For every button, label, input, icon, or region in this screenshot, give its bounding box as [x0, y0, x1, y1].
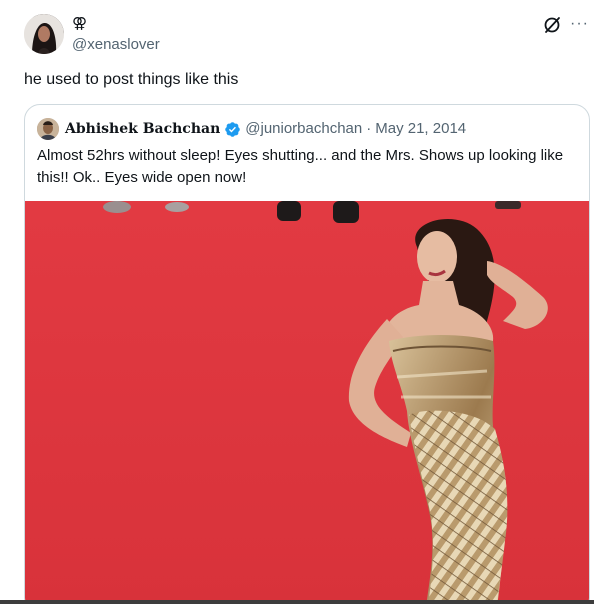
- red-carpet-photo-icon: [25, 201, 589, 604]
- author-display-name[interactable]: ⚢: [72, 14, 87, 32]
- bottom-edge-bar: [0, 600, 594, 604]
- author-avatar[interactable]: [24, 14, 64, 54]
- quoted-avatar-photo-icon: [37, 118, 59, 140]
- quoted-separator: ·: [366, 120, 372, 137]
- author-handle[interactable]: @xenaslover: [72, 36, 160, 54]
- verified-badge-icon: [224, 121, 241, 138]
- grok-icon[interactable]: [543, 16, 561, 34]
- avatar-photo-icon: [24, 14, 64, 54]
- quoted-header: Abhishek Bachchan @juniorbachchan · May …: [65, 119, 466, 139]
- tweet-text: he used to post things like this: [24, 71, 239, 88]
- quoted-media-photo[interactable]: [25, 201, 589, 604]
- quoted-date[interactable]: May 21, 2014: [375, 119, 466, 139]
- quoted-text: Almost 52hrs without sleep! Eyes shuttin…: [37, 147, 564, 186]
- quoted-tweet[interactable]: Abhishek Bachchan @juniorbachchan · May …: [24, 104, 590, 604]
- quoted-display-name[interactable]: Abhishek Bachchan: [65, 119, 220, 139]
- tweet: ⚢ @xenaslover ··· he used to post things…: [0, 0, 594, 604]
- quoted-author-avatar[interactable]: [37, 118, 59, 140]
- quoted-handle[interactable]: @juniorbachchan: [245, 119, 362, 139]
- more-options-icon[interactable]: ···: [570, 14, 589, 34]
